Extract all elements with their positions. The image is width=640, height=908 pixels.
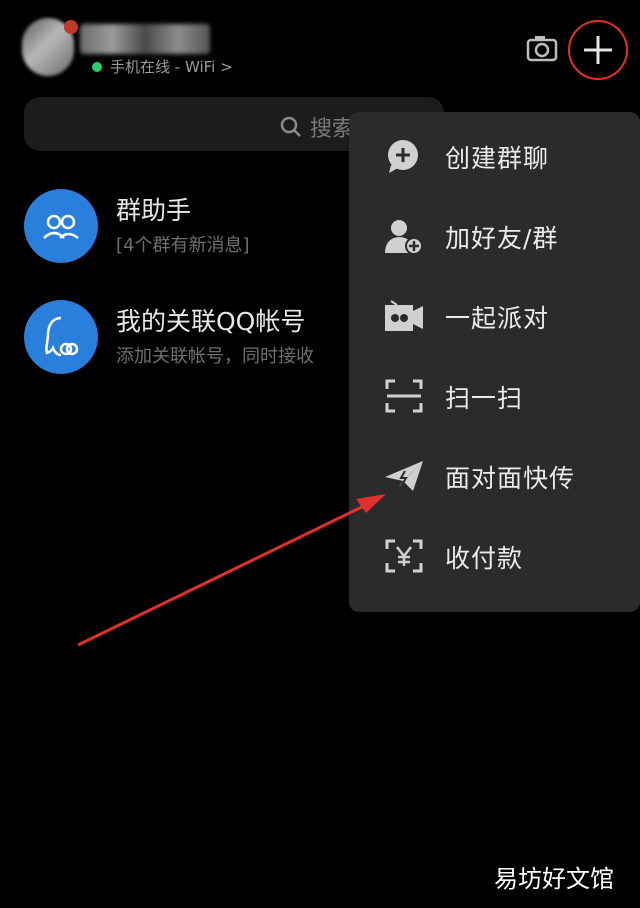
item-title: 我的关联QQ帐号 [116,307,306,336]
paper-plane-icon [385,461,423,491]
menu-item-face-to-face-transfer[interactable]: 面对面快传 [349,435,640,515]
add-menu-popup: 创建群聊 加好友/群 一起派对 扫一扫 面对面快传 收付款 [349,112,640,612]
online-dot-icon [92,61,102,72]
plus-button[interactable] [568,20,628,80]
camera-icon [526,36,558,62]
menu-label: 扫一扫 [445,384,524,413]
menu-item-scan[interactable]: 扫一扫 [349,355,640,435]
add-friend-icon [385,220,423,255]
menu-item-payment[interactable]: 收付款 [349,515,640,595]
top-bar: 手机在线 - WiFi > [0,0,640,92]
search-icon [280,116,301,137]
menu-label: 收付款 [445,544,524,573]
menu-item-party[interactable]: 一起派对 [349,275,640,355]
blurred-username [80,24,210,54]
menu-label: 创建群聊 [445,144,550,173]
menu-label: 一起派对 [445,304,550,333]
watermark: 易坊好文馆 [494,865,614,893]
create-group-chat-icon [388,140,418,173]
camera-button[interactable] [524,30,560,66]
notification-dot [64,20,78,34]
payment-icon [385,539,423,573]
party-icon [385,300,423,331]
menu-item-create-group-chat[interactable]: 创建群聊 [349,115,640,195]
online-status[interactable]: 手机在线 - WiFi > [92,56,233,77]
plus-icon [584,36,612,64]
search-placeholder: 搜索 [280,111,354,143]
search-placeholder-text: 搜索 [310,117,355,142]
item-subtitle: [4个群有新消息] [116,235,250,256]
linked-account-icon [24,300,98,374]
menu-label: 加好友/群 [445,224,559,253]
item-title: 群助手 [116,196,192,225]
scan-icon [385,379,423,413]
menu-label: 面对面快传 [445,464,576,493]
menu-item-add-friend[interactable]: 加好友/群 [349,195,640,275]
item-subtitle: 添加关联帐号，同时接收 [116,346,314,367]
status-label: 手机在线 - WiFi > [110,58,233,76]
group-people-icon [24,189,98,263]
